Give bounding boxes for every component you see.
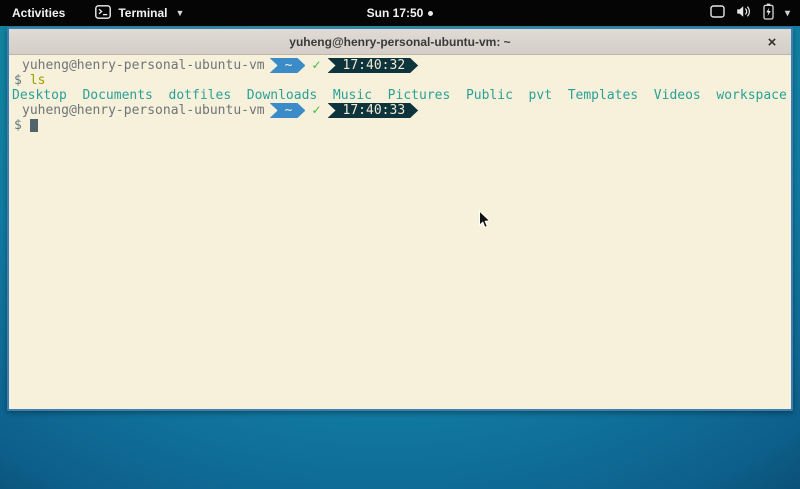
close-button[interactable]: ×: [759, 29, 785, 55]
app-menu[interactable]: Terminal ▼: [95, 5, 184, 22]
command-line-1: $ ls: [9, 73, 791, 88]
terminal-cursor: [30, 119, 38, 132]
desktop: Activities Terminal ▼ Sun 17:50: [0, 0, 800, 489]
prompt-line-1: yuheng@henry-personal-ubuntu-vm ~ ✓ 17:4…: [9, 58, 791, 73]
window-titlebar[interactable]: yuheng@henry-personal-ubuntu-vm: ~ ×: [9, 29, 791, 55]
status-check-icon: ✓: [311, 58, 321, 73]
prompt-time-segment: 17:40:33: [328, 103, 419, 118]
command-line-2: $: [9, 118, 791, 133]
system-tray[interactable]: ▾: [710, 0, 790, 26]
screen-icon: [710, 5, 725, 21]
prompt-symbol: $: [9, 73, 22, 88]
prompt-cwd-segment: ~: [270, 103, 306, 118]
terminal-app-icon: [95, 5, 111, 22]
battery-charging-icon: [763, 3, 774, 23]
volume-icon: [736, 5, 752, 21]
ls-output-line: Desktop Documents dotfiles Downloads Mus…: [9, 88, 791, 103]
terminal-content[interactable]: yuheng@henry-personal-ubuntu-vm ~ ✓ 17:4…: [9, 55, 791, 410]
mouse-pointer-icon: [478, 210, 491, 235]
status-check-icon: ✓: [311, 103, 321, 118]
activities-button[interactable]: Activities: [12, 6, 65, 20]
prompt-user-host: yuheng@henry-personal-ubuntu-vm: [9, 58, 265, 73]
system-menu-caret-icon: ▾: [785, 8, 790, 19]
prompt-symbol: $: [9, 118, 22, 133]
clock-label: Sun 17:50: [367, 6, 424, 20]
prompt-line-2: yuheng@henry-personal-ubuntu-vm ~ ✓ 17:4…: [9, 103, 791, 118]
typed-command: ls: [30, 73, 46, 88]
window-title: yuheng@henry-personal-ubuntu-vm: ~: [289, 35, 510, 49]
notification-dot-icon: [428, 11, 433, 16]
app-menu-caret-icon: ▼: [175, 8, 184, 18]
terminal-window: yuheng@henry-personal-ubuntu-vm: ~ × yuh…: [7, 27, 793, 411]
prompt-time-segment: 17:40:32: [328, 58, 419, 73]
prompt-user-host: yuheng@henry-personal-ubuntu-vm: [9, 103, 265, 118]
prompt-cwd-segment: ~: [270, 58, 306, 73]
top-bar: Activities Terminal ▼ Sun 17:50: [0, 0, 800, 26]
app-menu-label: Terminal: [118, 6, 167, 20]
